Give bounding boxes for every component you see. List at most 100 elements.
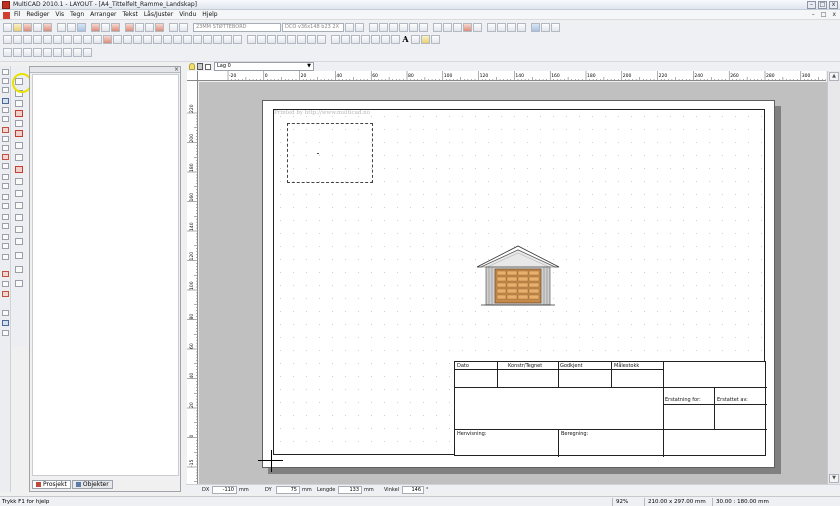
gear-tool-icon[interactable]: [2, 330, 9, 336]
menu-tegn[interactable]: Tegn: [70, 11, 84, 18]
delete-icon[interactable]: [111, 23, 120, 32]
target-icon[interactable]: [203, 35, 212, 44]
length-field[interactable]: 133: [338, 486, 362, 494]
column-icon[interactable]: [53, 48, 62, 57]
hatch-tool-icon[interactable]: [2, 127, 9, 133]
text-tool-icon[interactable]: A: [401, 35, 410, 44]
dots-grid-2-icon[interactable]: [287, 35, 296, 44]
new-file-icon[interactable]: [3, 23, 12, 32]
window-object-icon[interactable]: [13, 48, 22, 57]
dy-field[interactable]: 75: [276, 486, 300, 494]
grid-icon[interactable]: [497, 23, 506, 32]
menu-hjelp[interactable]: Hjelp: [202, 11, 217, 18]
rotate-tool-icon[interactable]: [2, 78, 9, 84]
furniture-icon[interactable]: [83, 48, 92, 57]
chamfer-tool-icon[interactable]: [15, 214, 23, 221]
trim-tool-icon[interactable]: [15, 110, 23, 117]
pointer-tool-icon[interactable]: [2, 69, 9, 75]
marker-icon[interactable]: [431, 35, 440, 44]
mirror-tool-icon[interactable]: [15, 166, 23, 173]
angle-field[interactable]: 146: [402, 486, 424, 494]
copy-icon[interactable]: [135, 23, 144, 32]
close-button[interactable]: x: [829, 1, 838, 9]
zoom-fit-icon[interactable]: [463, 23, 472, 32]
line-icon[interactable]: [13, 35, 22, 44]
vertical-scrollbar[interactable]: ▲ ▼: [827, 71, 840, 484]
dimension-icon[interactable]: [103, 35, 112, 44]
line-tool-icon[interactable]: [2, 87, 9, 93]
vertical-ruler[interactable]: 220 200 180 160 140 120 100 80 60 40 20 0 -15: [187, 81, 198, 484]
pan-tool-icon[interactable]: [2, 183, 9, 189]
context-help-icon[interactable]: [179, 23, 188, 32]
node-edit-tool-icon[interactable]: [15, 100, 23, 107]
scroll-down-icon[interactable]: ▼: [829, 474, 839, 483]
offset-tool-icon[interactable]: [15, 142, 23, 149]
ring-icon[interactable]: [213, 35, 222, 44]
square-tool-icon[interactable]: [2, 194, 9, 200]
select-arrow-icon[interactable]: [3, 35, 12, 44]
profile-combo[interactable]: DCO v36x148 b23 2X: [282, 23, 344, 32]
grid-snap-icon[interactable]: [267, 35, 276, 44]
node-icon[interactable]: [33, 35, 42, 44]
render-icon[interactable]: [541, 23, 550, 32]
join-tool-icon[interactable]: [15, 238, 23, 245]
snap-icon[interactable]: [507, 23, 516, 32]
document-icon[interactable]: [3, 12, 10, 19]
scroll-up-icon[interactable]: ▲: [829, 72, 839, 81]
snap-tool-icon[interactable]: [15, 120, 23, 127]
menu-las-juster[interactable]: Lås/Juster: [144, 11, 173, 18]
extend-tool-icon[interactable]: [15, 226, 23, 233]
menu-arranger[interactable]: Arranger: [90, 11, 116, 18]
oval-icon[interactable]: [133, 35, 142, 44]
dimension-tool-icon[interactable]: [2, 107, 9, 113]
freehand-icon[interactable]: [73, 35, 82, 44]
doc-restore-button[interactable]: □: [821, 11, 827, 18]
minimize-button[interactable]: –: [807, 1, 816, 9]
attribute-icon[interactable]: [345, 23, 354, 32]
break-tool-icon[interactable]: [15, 130, 23, 137]
title-block[interactable]: Dato Konstr/Tegnet Godkjent Målestokk Er…: [454, 361, 767, 457]
join-icon[interactable]: [257, 35, 266, 44]
text-frame-icon[interactable]: [411, 35, 420, 44]
rectangle-icon[interactable]: [113, 35, 122, 44]
export-icon[interactable]: [77, 23, 86, 32]
wall-tool-icon[interactable]: [2, 98, 9, 104]
dots-grid-icon[interactable]: [277, 35, 286, 44]
copy-tool-icon[interactable]: [15, 154, 23, 161]
redo-icon[interactable]: [101, 23, 110, 32]
beam-icon[interactable]: [73, 48, 82, 57]
layer-visible-icon[interactable]: [189, 63, 195, 70]
curve-icon[interactable]: [93, 35, 102, 44]
maximize-button[interactable]: □: [818, 1, 827, 9]
house-icon[interactable]: [551, 23, 560, 32]
layer-select[interactable]: Lag 0 ▼: [214, 62, 314, 71]
open-folder-icon[interactable]: [13, 23, 22, 32]
offset-icon[interactable]: [223, 35, 232, 44]
dots-grid-5-icon[interactable]: [317, 35, 326, 44]
print-icon[interactable]: [57, 23, 66, 32]
brush-tool-icon[interactable]: [2, 281, 9, 287]
garage-drawing[interactable]: [475, 245, 561, 309]
attach-icon[interactable]: [331, 35, 340, 44]
rotate-right-icon[interactable]: [163, 35, 172, 44]
wall-icon[interactable]: [3, 48, 12, 57]
arc-icon[interactable]: [83, 35, 92, 44]
align-top-icon[interactable]: [399, 23, 408, 32]
layer-lock-icon[interactable]: [197, 63, 203, 70]
dots-grid-3-icon[interactable]: [297, 35, 306, 44]
roof-icon[interactable]: [33, 48, 42, 57]
material-combo[interactable]: 23MM STØTTEBORD: [193, 23, 281, 32]
break-icon[interactable]: [341, 35, 350, 44]
scale-icon[interactable]: [193, 35, 202, 44]
image-tool-icon[interactable]: [2, 243, 9, 249]
align-right-icon[interactable]: [389, 23, 398, 32]
diamond-icon[interactable]: [43, 35, 52, 44]
stamp-tool-icon[interactable]: [2, 320, 9, 326]
symbol-icon[interactable]: [391, 35, 400, 44]
extend-icon[interactable]: [351, 35, 360, 44]
arc-tool-icon[interactable]: [2, 136, 9, 142]
circle-node-icon[interactable]: [53, 35, 62, 44]
slab-icon[interactable]: [63, 48, 72, 57]
hatch-icon[interactable]: [381, 35, 390, 44]
mirror-icon[interactable]: [173, 35, 182, 44]
